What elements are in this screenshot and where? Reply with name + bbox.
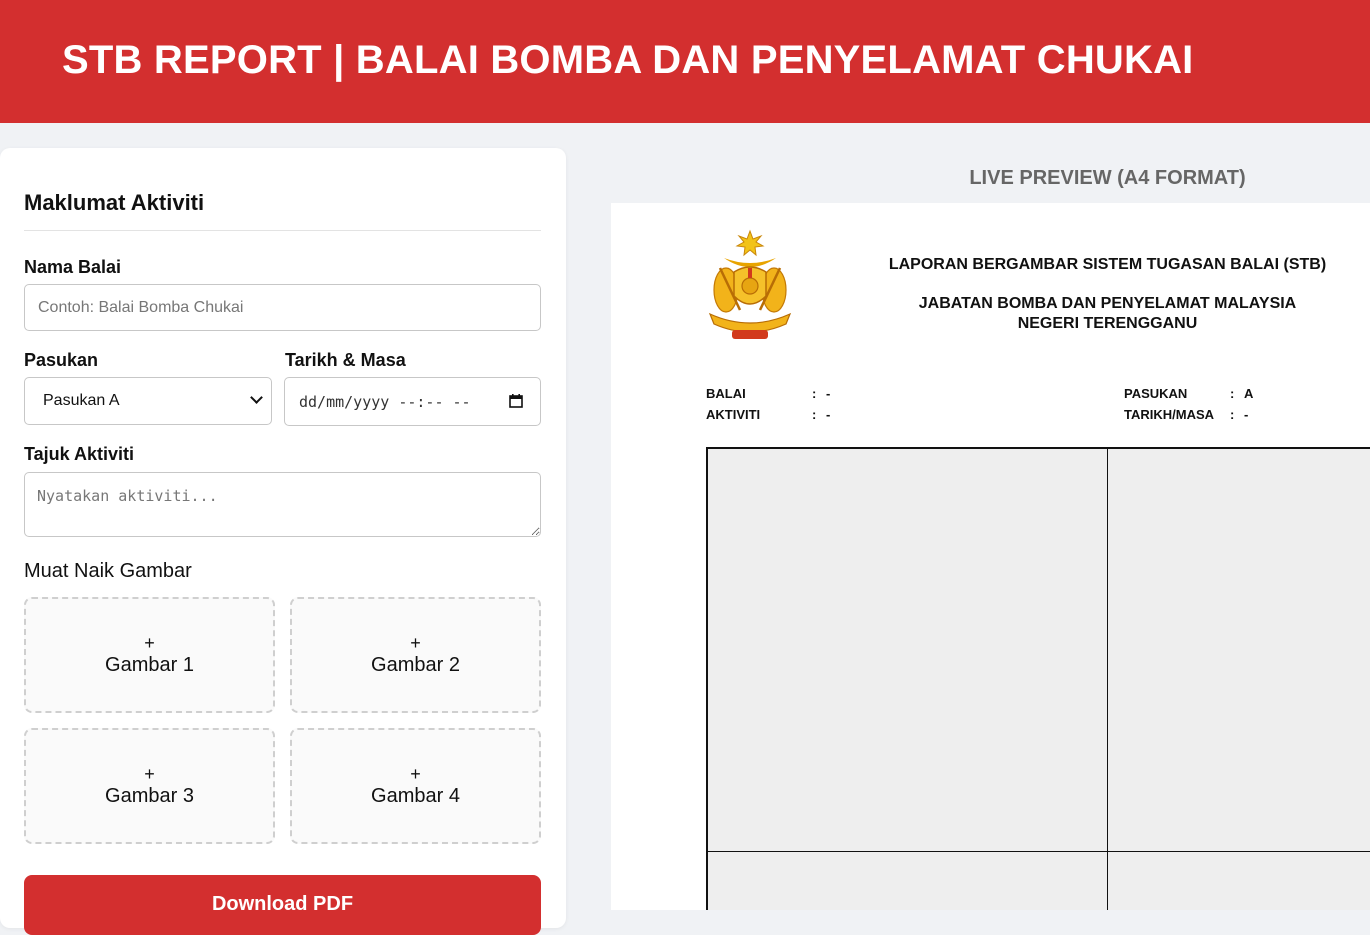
nama-balai-label: Nama Balai (24, 257, 122, 277)
tarikh-masa-input[interactable]: dd/mm/yyyy --:-- -- (284, 377, 541, 426)
upload-slot-label: Gambar 3 (105, 785, 194, 807)
upload-slot-label: Gambar 2 (371, 654, 460, 676)
field-tarikh-label: TARIKH/MASA (1124, 407, 1215, 422)
field-pasukan-value: A (1244, 386, 1254, 401)
form-section-title: Maklumat Aktiviti (24, 190, 205, 215)
bomba-crest-icon (708, 229, 792, 339)
photo-slot-4 (1107, 851, 1370, 910)
field-pasukan-label: PASUKAN (1124, 386, 1188, 401)
agency-line-1: JABATAN BOMBA DAN PENYELAMAT MALAYSIA (918, 295, 1297, 312)
upload-slot-label: Gambar 4 (371, 785, 460, 807)
preview-title: LIVE PREVIEW (A4 FORMAT) (969, 167, 1246, 189)
chevron-down-icon (250, 391, 263, 404)
plus-icon: + (144, 633, 155, 653)
photo-slot-1 (706, 447, 1108, 852)
report-title: LAPORAN BERGAMBAR SISTEM TUGASAN BALAI (… (888, 256, 1327, 273)
upload-section-label: Muat Naik Gambar (24, 560, 192, 582)
section-divider (24, 230, 541, 231)
plus-icon: + (410, 764, 421, 784)
field-tarikh-sep: : (1230, 407, 1235, 422)
app-header: STB REPORT | BALAI BOMBA DAN PENYELAMAT … (0, 0, 1370, 123)
upload-slot-3[interactable]: + Gambar 3 (24, 728, 275, 844)
field-tarikh-value: - (1244, 407, 1249, 422)
pasukan-selected-value: Pasukan A (43, 392, 120, 409)
upload-slot-2[interactable]: + Gambar 2 (290, 597, 541, 713)
upload-slot-4[interactable]: + Gambar 4 (290, 728, 541, 844)
field-aktiviti-label: AKTIVITI (706, 407, 761, 422)
pasukan-select[interactable]: Pasukan A (24, 377, 272, 425)
pasukan-label: Pasukan (24, 350, 99, 370)
tarikh-label: Tarikh & Masa (285, 350, 406, 370)
calendar-icon[interactable] (509, 394, 523, 408)
nama-balai-input[interactable] (24, 284, 541, 331)
field-pasukan-sep: : (1230, 386, 1235, 401)
agency-line-2: NEGERI TERENGGANU (1017, 315, 1198, 332)
download-pdf-button[interactable]: Download PDF (24, 875, 541, 935)
app-title: STB REPORT | BALAI BOMBA DAN PENYELAMAT … (62, 38, 1194, 82)
field-aktiviti-sep: : (812, 407, 817, 422)
field-balai-label: BALAI (706, 386, 746, 401)
tajuk-aktiviti-textarea[interactable] (24, 472, 541, 537)
tajuk-label: Tajuk Aktiviti (24, 444, 135, 464)
plus-icon: + (410, 633, 421, 653)
photo-slot-3 (706, 851, 1108, 910)
upload-slot-1[interactable]: + Gambar 1 (24, 597, 275, 713)
field-balai-value: - (826, 386, 831, 401)
field-aktiviti-value: - (826, 407, 831, 422)
upload-slot-label: Gambar 1 (105, 654, 194, 676)
tarikh-placeholder: dd/mm/yyyy --:-- -- (299, 392, 471, 411)
field-balai-sep: : (812, 386, 817, 401)
photo-slot-2 (1107, 447, 1370, 852)
plus-icon: + (144, 764, 155, 784)
